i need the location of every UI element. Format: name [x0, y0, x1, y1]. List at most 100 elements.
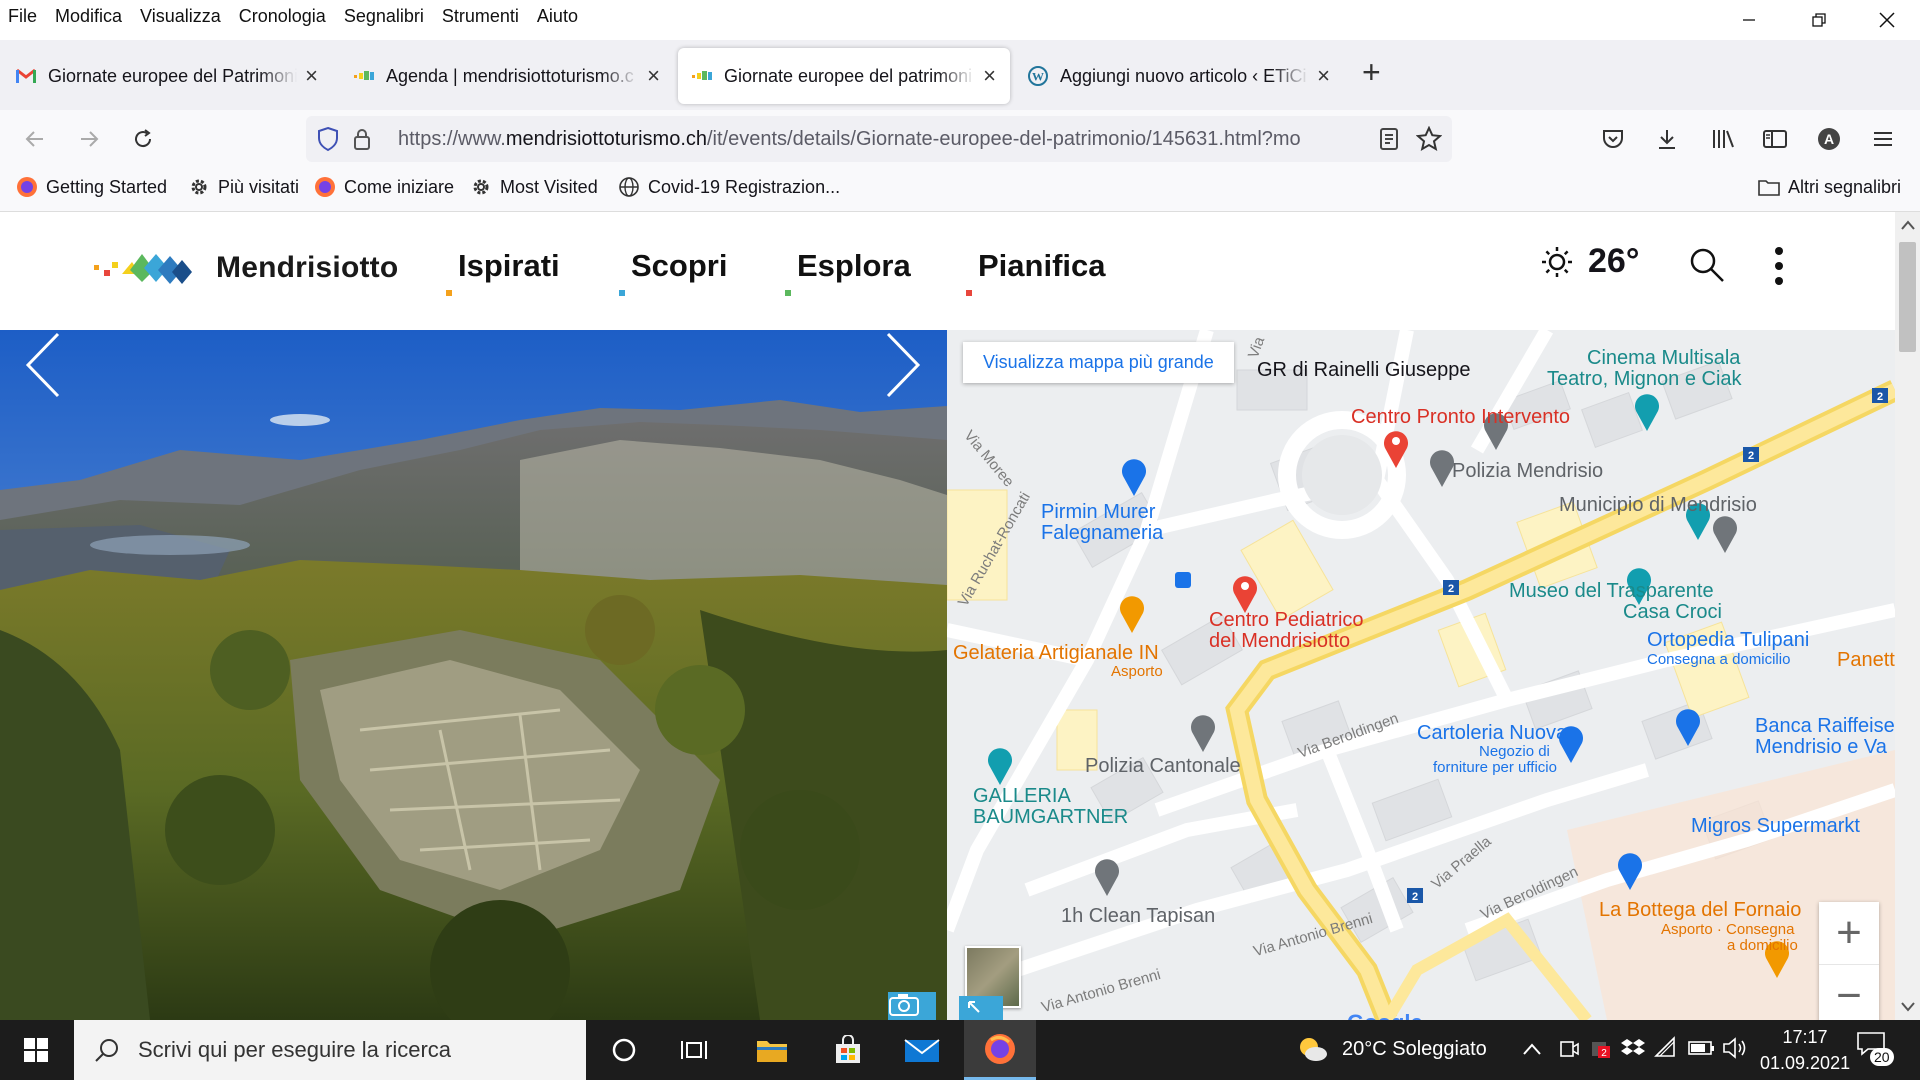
map-label[interactable]: Migros Supermarkt [1691, 816, 1860, 837]
map-label[interactable]: Consegna a domicilio [1647, 652, 1790, 668]
bookmark-most-visited[interactable]: Most Visited [470, 176, 598, 198]
bookmark-come-iniziare[interactable]: Come iniziare [314, 176, 454, 198]
chevron-up-icon[interactable] [1522, 1042, 1542, 1056]
app-menu-button[interactable] [1866, 122, 1900, 156]
sidebar-button[interactable] [1758, 122, 1792, 156]
meet-now-icon[interactable] [1558, 1038, 1580, 1060]
zoom-in-button[interactable]: + [1819, 902, 1879, 964]
map-label[interactable]: Asporto · Consegna [1661, 922, 1794, 938]
map-label[interactable]: Casa Croci [1623, 602, 1722, 623]
cortana-button[interactable] [592, 1020, 656, 1080]
tab-wordpress[interactable]: W Aggiungi nuovo articolo ‹ ETiCi × [1014, 48, 1344, 104]
menu-visualizza[interactable]: Visualizza [131, 6, 230, 27]
address-bar[interactable]: https://www.mendrisiottoturismo.ch/it/ev… [306, 116, 1452, 162]
map-label[interactable]: 1h Clean Tapisan [1061, 906, 1215, 927]
map-label[interactable]: GALLERIA [973, 786, 1071, 807]
pocket-button[interactable] [1596, 122, 1630, 156]
firefox-taskbar-button[interactable] [964, 1020, 1036, 1080]
map-label[interactable]: Museo del Trasparente [1509, 581, 1714, 602]
map-label[interactable]: Gelateria Artigianale IN [953, 643, 1159, 664]
close-tab-icon[interactable]: × [983, 63, 996, 89]
map-label[interactable]: Cartoleria Nuova [1417, 723, 1567, 744]
lock-icon[interactable] [352, 127, 372, 151]
map-label[interactable]: Centro Pronto Intervento [1351, 407, 1570, 428]
file-explorer-button[interactable] [740, 1020, 804, 1080]
menu-strumenti[interactable]: Strumenti [433, 6, 528, 27]
restore-button[interactable] [1784, 0, 1854, 40]
store-button[interactable] [816, 1020, 880, 1080]
menu-aiuto[interactable]: Aiuto [528, 6, 587, 27]
mail-button[interactable] [890, 1020, 954, 1080]
close-tab-icon[interactable]: × [647, 63, 660, 89]
start-button[interactable] [4, 1020, 68, 1080]
map-label[interactable]: forniture per ufficio [1433, 760, 1557, 776]
map-label[interactable]: Centro Pediatrico [1209, 610, 1364, 631]
gallery-camera-button[interactable] [888, 992, 936, 1020]
back-button[interactable] [18, 122, 52, 156]
map-label[interactable]: Municipio di Mendrisio [1559, 495, 1757, 516]
map-label[interactable]: La Bottega del Fornaio [1599, 900, 1801, 921]
nav-pianifica[interactable]: Pianifica [966, 248, 1106, 296]
map-label[interactable]: a domicilio [1727, 938, 1798, 954]
map-label[interactable]: Polizia Mendrisio [1452, 461, 1603, 482]
teams-badge-icon[interactable]: 2 [1590, 1036, 1614, 1060]
star-bookmark-icon[interactable] [1416, 126, 1442, 152]
nav-ispirati[interactable]: Ispirati [446, 248, 560, 296]
scrollbar-thumb[interactable] [1899, 242, 1916, 352]
map-label[interactable]: Ortopedia Tulipani [1647, 630, 1809, 651]
google-map[interactable]: 2 2 2 2 Visualizza mappa più grande GR d… [947, 330, 1895, 1020]
tab-giornate-gmail[interactable]: Giornate europee del Patrimoni × [2, 48, 332, 104]
url-text[interactable]: https://www.mendrisiottoturismo.ch/it/ev… [398, 128, 1358, 151]
scroll-up-icon[interactable] [1901, 220, 1915, 230]
map-label[interactable]: Teatro, Mignon e Ciak [1547, 369, 1742, 390]
nav-scopri[interactable]: Scopri [619, 248, 727, 296]
new-tab-button[interactable]: + [1362, 54, 1381, 91]
map-label[interactable]: Falegnameria [1041, 523, 1163, 544]
map-label[interactable]: del Mendrisiotto [1209, 631, 1350, 652]
more-vertical-icon[interactable] [1774, 246, 1784, 286]
volume-icon[interactable] [1722, 1036, 1748, 1060]
taskbar-search[interactable]: Scrivi qui per eseguire la ricerca [74, 1020, 586, 1080]
shield-icon[interactable] [316, 126, 340, 152]
scroll-down-icon[interactable] [1901, 1002, 1915, 1012]
taskbar-clock[interactable]: 17:17 01.09.2021 [1760, 1024, 1850, 1076]
tab-giornate-active[interactable]: Giornate europee del patrimoni × [678, 48, 1010, 104]
map-label[interactable]: Banca Raiffeise [1755, 716, 1895, 737]
library-button[interactable] [1706, 122, 1740, 156]
map-label[interactable]: GR di Rainelli Giuseppe [1257, 360, 1470, 381]
weather-sun-cloud-icon[interactable] [1296, 1034, 1328, 1064]
map-label[interactable]: BAUMGARTNER [973, 807, 1128, 828]
battery-icon[interactable] [1688, 1038, 1716, 1058]
hero-image-carousel[interactable] [0, 330, 947, 1020]
weather-widget[interactable]: 26° [1540, 242, 1639, 281]
zoom-out-button[interactable]: − [1819, 964, 1879, 1020]
wifi-icon[interactable] [1654, 1036, 1678, 1060]
reader-view-icon[interactable] [1378, 127, 1400, 151]
forward-button[interactable] [72, 122, 106, 156]
map-label[interactable]: Mendrisio e Va [1755, 737, 1887, 758]
view-larger-map-link[interactable]: Visualizza mappa più grande [963, 342, 1234, 383]
close-tab-icon[interactable]: × [305, 63, 318, 89]
map-label[interactable]: Polizia Cantonale [1085, 756, 1241, 777]
account-button[interactable]: A [1812, 122, 1846, 156]
minimize-button[interactable] [1714, 0, 1784, 40]
page-scrollbar[interactable] [1895, 212, 1920, 1020]
bookmark-getting-started[interactable]: Getting Started [16, 176, 167, 198]
carousel-prev-icon[interactable] [22, 330, 62, 400]
fullscreen-button[interactable] [959, 996, 1003, 1020]
tab-agenda[interactable]: Agenda | mendrisiottoturismo.c × [340, 48, 674, 104]
dropbox-icon[interactable] [1620, 1036, 1646, 1060]
bookmark-covid[interactable]: Covid-19 Registrazion... [618, 176, 840, 198]
reload-button[interactable] [126, 122, 160, 156]
menu-cronologia[interactable]: Cronologia [230, 6, 335, 27]
taskbar-weather[interactable]: 20°C Soleggiato [1342, 1038, 1487, 1061]
close-window-button[interactable] [1852, 0, 1920, 40]
task-view-button[interactable] [662, 1020, 726, 1080]
menu-file[interactable]: File [0, 6, 46, 27]
menu-modifica[interactable]: Modifica [46, 6, 131, 27]
bookmark-piu-visitati[interactable]: Più visitati [188, 176, 299, 198]
site-logo[interactable]: Mendrisiotto [92, 248, 398, 288]
map-label[interactable]: Asporto [1111, 664, 1163, 680]
notifications-button[interactable]: 20 [1856, 1030, 1896, 1070]
map-label[interactable]: Cinema Multisala [1587, 348, 1740, 369]
